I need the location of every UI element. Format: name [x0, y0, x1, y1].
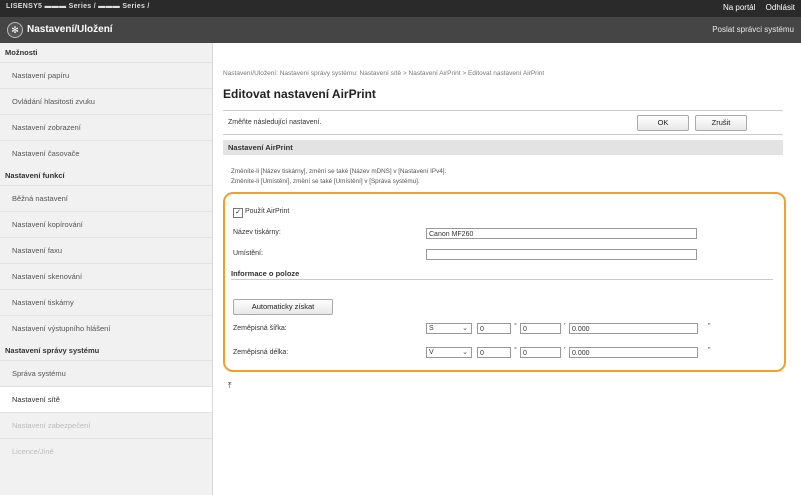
sidebar: Možnosti Nastavení papíru Ovládání hlasi… — [0, 43, 213, 495]
sidebar-item-scan[interactable]: Nastavení skenování — [0, 263, 212, 289]
sidebar-item-system-management[interactable]: Správa systému — [0, 360, 212, 386]
longitude-seconds-input[interactable]: 0.000 — [569, 347, 698, 358]
sidebar-item-fax[interactable]: Nastavení faxu — [0, 237, 212, 263]
note-line-1: Změníte-li [Název tiskárny], změní se ta… — [231, 168, 447, 175]
cancel-button[interactable]: Zrušit — [695, 115, 747, 131]
highlight-frame — [223, 192, 786, 372]
device-model: LISENSY5 ▬▬▬ Series / ▬▬▬ Series / — [6, 3, 150, 10]
minute-unit: ' — [564, 347, 566, 354]
chevron-down-icon: ⌄ — [462, 325, 468, 332]
sidebar-heading-system: Nastavení správy systému — [5, 346, 100, 355]
sidebar-item-report[interactable]: Nastavení výstupního hlášení — [0, 315, 212, 341]
sidebar-item-printer[interactable]: Nastavení tiskárny — [0, 289, 212, 315]
sidebar-item-paper[interactable]: Nastavení papíru — [0, 62, 212, 88]
portal-link[interactable]: Na portál — [723, 3, 755, 12]
longitude-minutes-input[interactable]: 0 — [520, 347, 561, 358]
send-to-admin-link[interactable]: Poslat správci systému — [712, 25, 794, 34]
app-header: ✻ Nastavení/Uložení Poslat správci systé… — [0, 17, 801, 43]
printer-name-label: Název tiskárny: — [233, 229, 281, 236]
section-header: Nastavení AirPrint — [223, 140, 783, 155]
minute-unit: ' — [564, 323, 566, 330]
position-heading-text: Informace o poloze — [231, 269, 300, 278]
use-airprint-checkbox[interactable]: ✓ — [233, 208, 243, 218]
longitude-degrees-input[interactable]: 0 — [477, 347, 511, 358]
latitude-direction-value: S — [429, 325, 434, 332]
position-heading: Informace o poloze — [231, 269, 773, 280]
note-line-2: Změníte-li [Umístění], změní se také [Um… — [231, 178, 420, 185]
second-unit: " — [708, 347, 711, 354]
latitude-degrees-input[interactable]: 0 — [477, 323, 511, 334]
latitude-seconds-input[interactable]: 0.000 — [569, 323, 698, 334]
sidebar-item-common[interactable]: Běžná nastavení — [0, 185, 212, 211]
sidebar-heading-options: Možnosti — [5, 48, 38, 57]
longitude-direction-value: V — [429, 349, 434, 356]
sidebar-item-display[interactable]: Nastavení zobrazení — [0, 114, 212, 140]
top-links: Na portál Odhlásit — [715, 3, 795, 12]
sidebar-item-license[interactable]: Licence/Jiné — [0, 438, 212, 464]
printer-name-input[interactable]: Canon MF260 — [426, 228, 697, 239]
page-top-icon[interactable]: ⤒ — [228, 381, 232, 391]
longitude-label: Zeměpisná délka: — [233, 349, 289, 356]
second-unit: " — [708, 323, 711, 330]
latitude-minutes-input[interactable]: 0 — [520, 323, 561, 334]
page-title: Editovat nastavení AirPrint — [223, 87, 376, 101]
sidebar-item-security[interactable]: Nastavení zabezpečení — [0, 412, 212, 438]
logout-link[interactable]: Odhlásit — [766, 3, 795, 12]
auto-get-button[interactable]: Automaticky získat — [233, 299, 333, 315]
top-bar: LISENSY5 ▬▬▬ Series / ▬▬▬ Series / Na po… — [0, 0, 801, 17]
canon-logo-icon: ✻ — [7, 22, 23, 38]
use-airprint-label: Použít AirPrint — [245, 208, 290, 215]
sidebar-item-volume[interactable]: Ovládání hlasitosti zvuku — [0, 88, 212, 114]
latitude-label: Zeměpisná šířka: — [233, 325, 287, 332]
ok-button[interactable]: OK — [637, 115, 689, 131]
sidebar-item-copy[interactable]: Nastavení kopírování — [0, 211, 212, 237]
instruction-text: Změňte následující nastavení. — [228, 119, 322, 126]
degree-unit: ° — [514, 347, 517, 354]
latitude-direction-select[interactable]: S ⌄ — [426, 323, 472, 334]
sidebar-item-timer[interactable]: Nastavení časovače — [0, 140, 212, 166]
degree-unit: ° — [514, 323, 517, 330]
breadcrumb: Nastavení/Uložení: Nastavení správy syst… — [223, 70, 545, 77]
sidebar-heading-functions: Nastavení funkcí — [5, 171, 65, 180]
longitude-direction-select[interactable]: V ⌄ — [426, 347, 472, 358]
app-title: Nastavení/Uložení — [27, 24, 113, 35]
section-title: Nastavení AirPrint — [228, 143, 293, 152]
location-input[interactable] — [426, 249, 697, 260]
location-label: Umístění: — [233, 250, 263, 257]
chevron-down-icon: ⌄ — [462, 349, 468, 356]
instruction-bar: Změňte následující nastavení. OK Zrušit — [223, 110, 783, 135]
sidebar-item-network[interactable]: Nastavení sítě — [0, 386, 212, 412]
